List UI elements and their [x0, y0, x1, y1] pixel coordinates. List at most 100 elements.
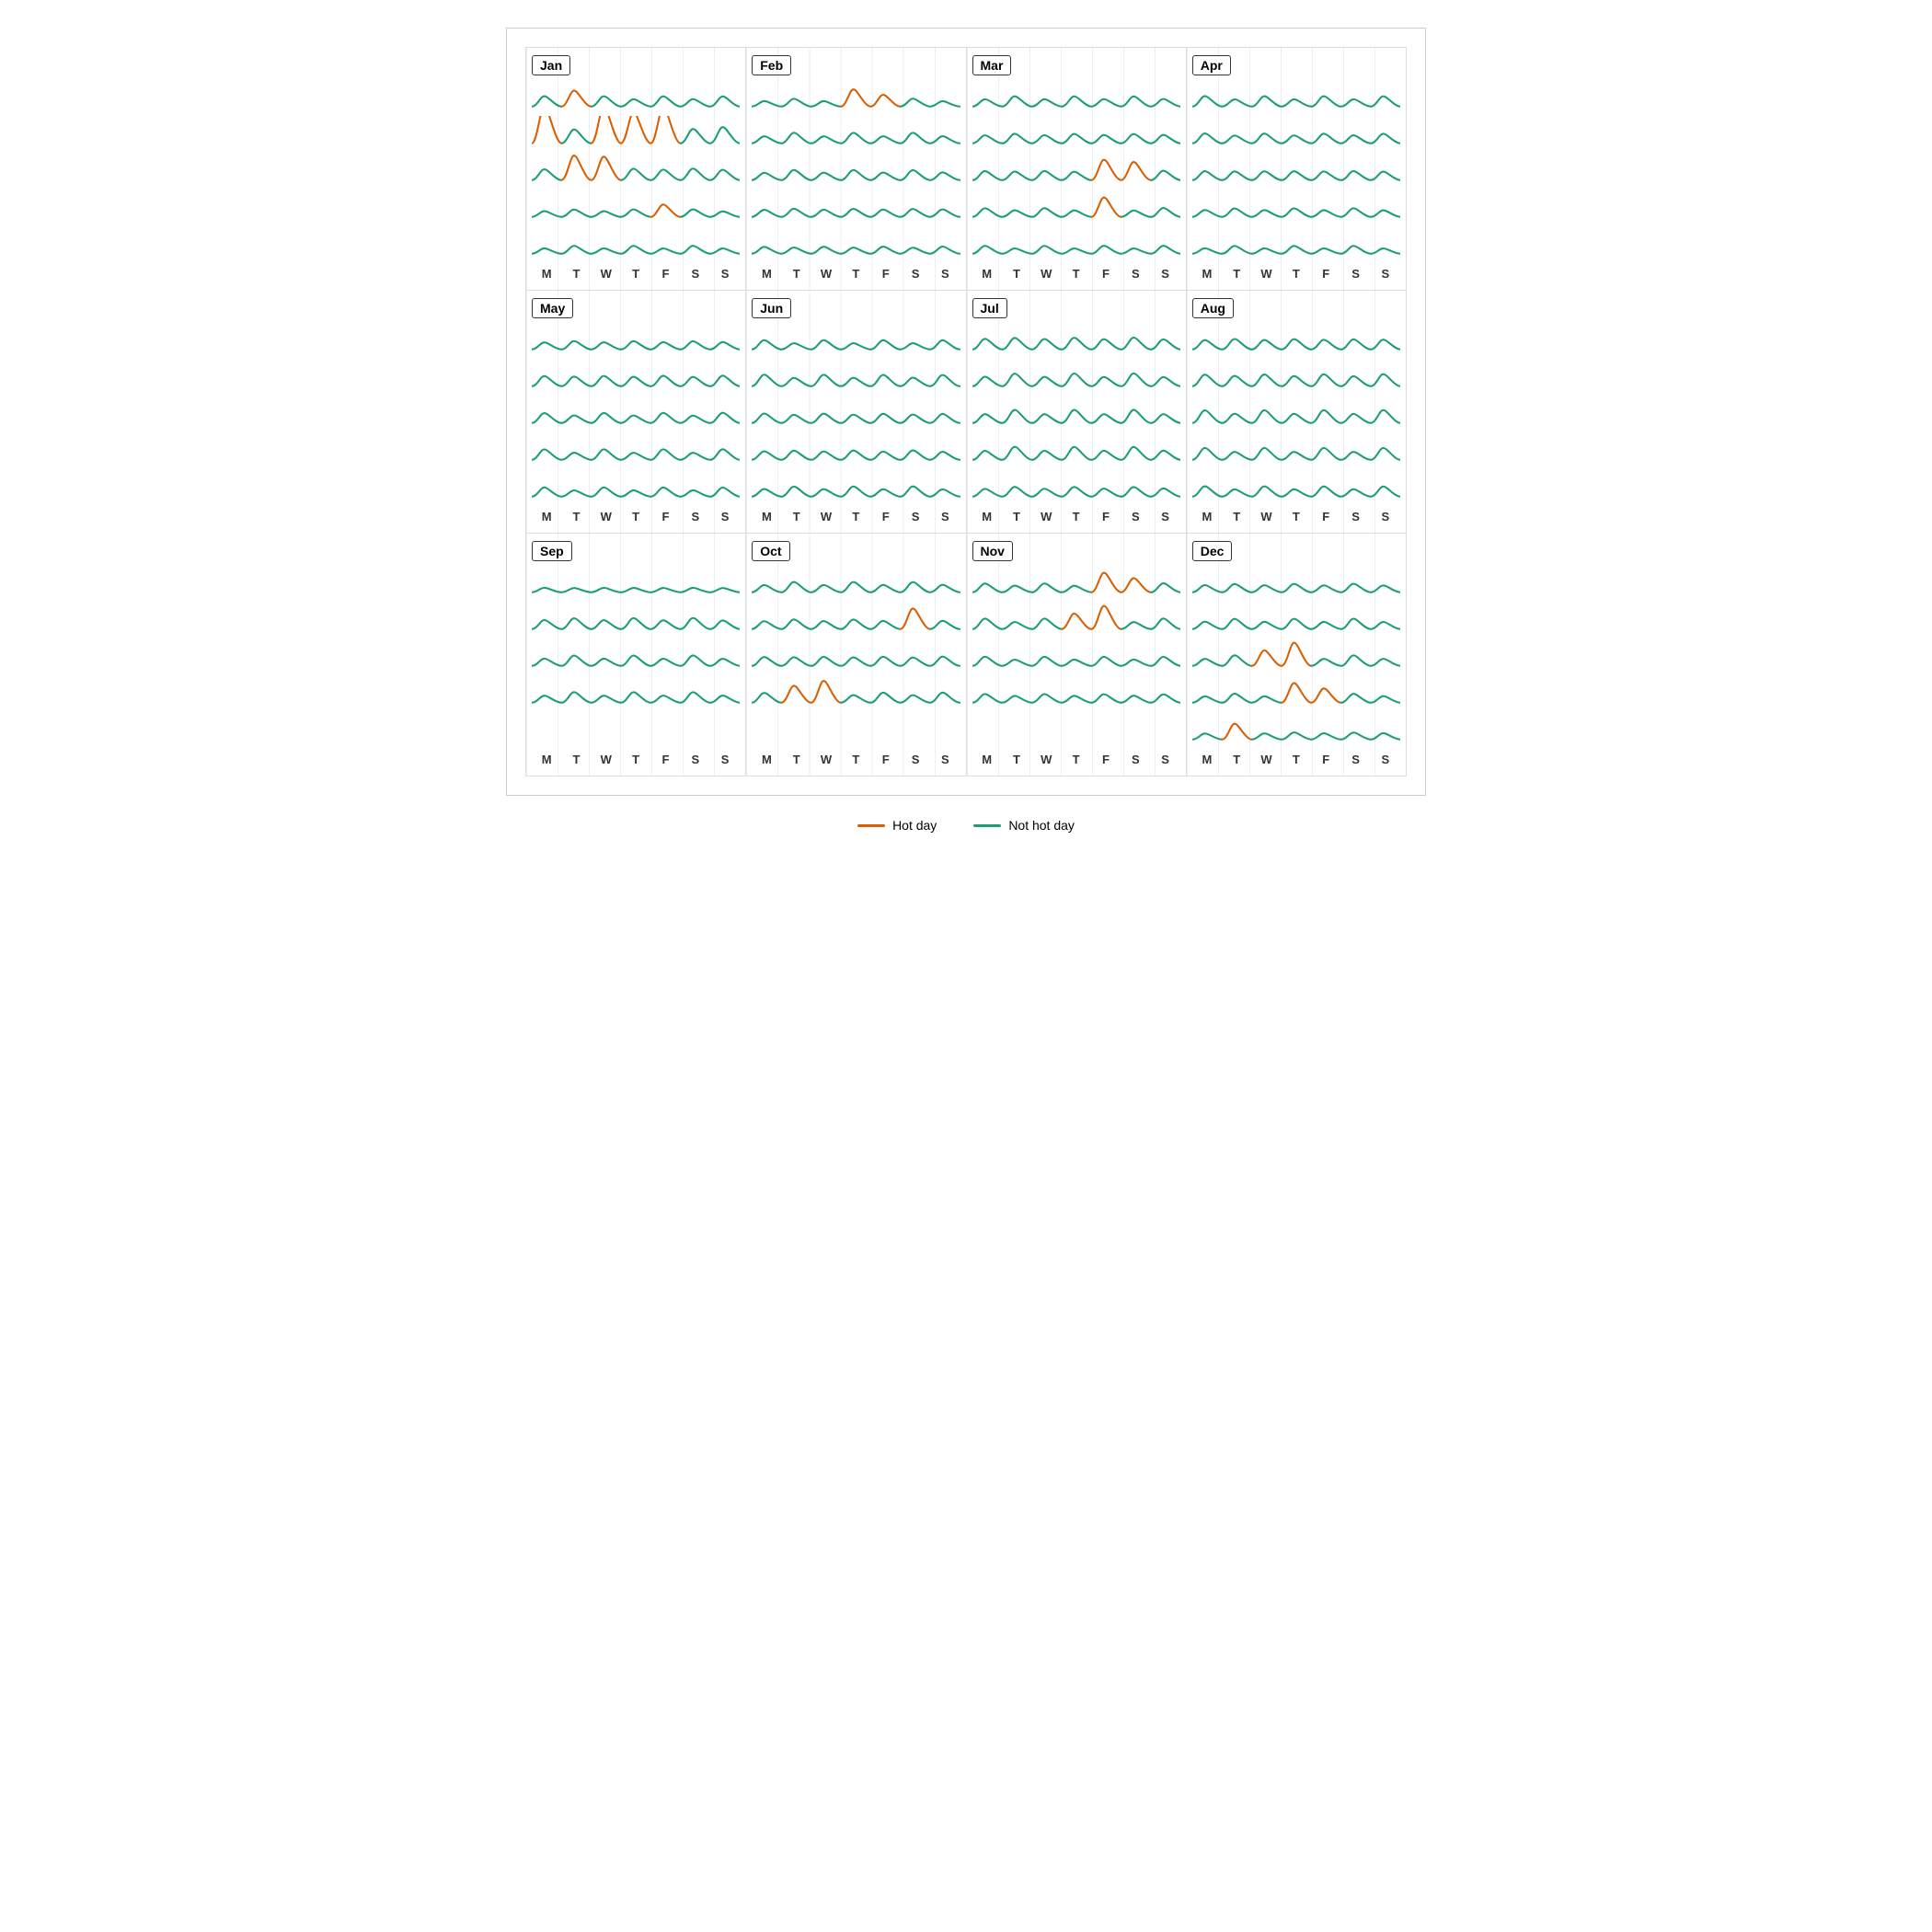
- day-labels: MTWTFSS: [1192, 263, 1400, 282]
- week-row-3: [532, 675, 740, 712]
- week-row-1: [972, 359, 1180, 396]
- month-label-mar: Mar: [972, 55, 1012, 75]
- month-cell-jun: JunMTWTFSS: [746, 291, 966, 534]
- day-label-5: S: [681, 267, 710, 281]
- day-label-5: S: [1121, 267, 1150, 281]
- day-label-0: M: [1192, 510, 1222, 523]
- day-label-3: T: [1282, 267, 1311, 281]
- day-label-1: T: [561, 753, 591, 766]
- week-row-4: [972, 226, 1180, 263]
- day-label-4: F: [871, 510, 901, 523]
- day-label-2: W: [1031, 267, 1061, 281]
- day-label-0: M: [532, 510, 561, 523]
- day-label-1: T: [782, 753, 811, 766]
- day-label-1: T: [782, 267, 811, 281]
- day-label-3: T: [1061, 510, 1090, 523]
- week-row-4: [532, 712, 740, 749]
- month-cell-feb: FebMTWTFSS: [746, 48, 966, 291]
- day-label-0: M: [972, 753, 1002, 766]
- month-label-nov: Nov: [972, 541, 1013, 561]
- cool-line: [973, 824, 1001, 827]
- week-rows: [532, 565, 740, 749]
- week-row-2: [972, 396, 1180, 432]
- day-label-6: S: [1371, 267, 1400, 281]
- month-label-jul: Jul: [972, 298, 1007, 318]
- week-row-0: [532, 565, 740, 602]
- day-label-2: W: [811, 510, 841, 523]
- day-labels: MTWTFSS: [972, 506, 1180, 525]
- month-cell-jul: JulMTWTFSS: [967, 291, 1187, 534]
- day-label-2: W: [1031, 753, 1061, 766]
- day-labels: MTWTFSS: [752, 506, 960, 525]
- cool-label: Not hot day: [1008, 818, 1075, 833]
- day-label-6: S: [710, 753, 740, 766]
- day-label-1: T: [1002, 753, 1031, 766]
- week-row-4: [1192, 712, 1400, 749]
- week-row-0: [972, 79, 1180, 116]
- month-label-dec: Dec: [1192, 541, 1233, 561]
- week-row-4: [532, 226, 740, 263]
- week-row-3: [532, 432, 740, 469]
- day-label-4: F: [1091, 267, 1121, 281]
- months-grid: JanMTWTFSSFebMTWTFSSMarMTWTFSSAprMTWTFSS…: [525, 47, 1407, 776]
- day-labels: MTWTFSS: [1192, 749, 1400, 768]
- day-label-0: M: [752, 267, 781, 281]
- day-labels: MTWTFSS: [972, 263, 1180, 282]
- day-labels: MTWTFSS: [972, 749, 1180, 768]
- day-label-4: F: [1091, 753, 1121, 766]
- week-row-0: [972, 565, 1180, 602]
- week-row-2: [972, 638, 1180, 675]
- week-row-0: [1192, 322, 1400, 359]
- day-label-2: W: [811, 267, 841, 281]
- day-label-1: T: [1222, 267, 1251, 281]
- week-row-4: [972, 469, 1180, 506]
- day-label-2: W: [1251, 267, 1281, 281]
- week-row-1: [752, 359, 960, 396]
- month-cell-oct: OctMTWTFSS: [746, 534, 966, 776]
- day-labels: MTWTFSS: [1192, 506, 1400, 525]
- week-row-1: [972, 602, 1180, 638]
- week-row-2: [752, 396, 960, 432]
- week-row-1: [532, 602, 740, 638]
- week-row-3: [1192, 432, 1400, 469]
- week-row-3: [752, 432, 960, 469]
- week-row-3: [532, 190, 740, 226]
- month-cell-nov: NovMTWTFSS: [967, 534, 1187, 776]
- week-row-3: [752, 190, 960, 226]
- day-label-6: S: [710, 510, 740, 523]
- day-label-1: T: [561, 510, 591, 523]
- day-label-5: S: [1340, 510, 1370, 523]
- day-label-3: T: [841, 267, 870, 281]
- day-labels: MTWTFSS: [752, 749, 960, 768]
- day-label-4: F: [871, 267, 901, 281]
- day-label-0: M: [752, 510, 781, 523]
- day-label-4: F: [650, 510, 680, 523]
- week-row-0: [532, 322, 740, 359]
- week-row-0: [1192, 565, 1400, 602]
- day-label-0: M: [532, 267, 561, 281]
- day-label-0: M: [972, 510, 1002, 523]
- day-label-5: S: [1121, 510, 1150, 523]
- day-label-2: W: [1251, 510, 1281, 523]
- day-label-0: M: [752, 753, 781, 766]
- day-label-3: T: [1282, 753, 1311, 766]
- week-row-2: [1192, 153, 1400, 190]
- month-cell-jan: JanMTWTFSS: [526, 48, 746, 291]
- day-label-2: W: [1251, 753, 1281, 766]
- day-label-4: F: [650, 267, 680, 281]
- day-label-2: W: [1031, 510, 1061, 523]
- day-label-6: S: [1150, 510, 1179, 523]
- legend: Hot day Not hot day: [857, 818, 1075, 833]
- day-label-1: T: [1002, 267, 1031, 281]
- chart-container: JanMTWTFSSFebMTWTFSSMarMTWTFSSAprMTWTFSS…: [506, 28, 1426, 796]
- month-label-sep: Sep: [532, 541, 572, 561]
- week-row-1: [752, 116, 960, 153]
- day-label-5: S: [1121, 753, 1150, 766]
- week-row-3: [972, 190, 1180, 226]
- week-row-0: [752, 79, 960, 116]
- week-rows: [972, 322, 1180, 506]
- week-row-3: [972, 432, 1180, 469]
- day-label-2: W: [592, 510, 621, 523]
- day-label-4: F: [1091, 510, 1121, 523]
- week-row-3: [1192, 675, 1400, 712]
